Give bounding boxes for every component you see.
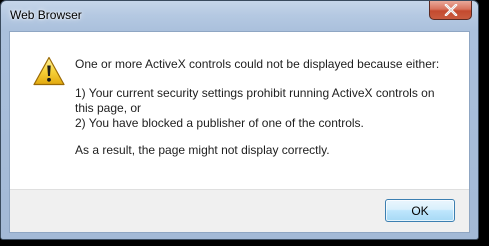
dialog-window: Web Browser One or more ActiveX controls… (0, 0, 479, 240)
message-conclusion: As a result, the page might not display … (75, 143, 330, 157)
message-heading: One or more ActiveX controls could not b… (75, 57, 440, 71)
dialog-message: One or more ActiveX controls could not b… (75, 57, 455, 158)
title-bar[interactable]: Web Browser (1, 1, 478, 30)
message-reason-2: 2) You have blocked a publisher of one o… (75, 116, 364, 130)
close-button[interactable] (429, 1, 472, 20)
message-reason-1: 1) Your current security settings prohib… (75, 86, 435, 115)
close-icon (444, 4, 457, 16)
warning-icon (33, 56, 65, 86)
ok-button[interactable]: OK (385, 199, 455, 222)
dialog-footer: OK (10, 189, 469, 232)
window-title: Web Browser (10, 8, 82, 22)
dialog-body: One or more ActiveX controls could not b… (9, 31, 470, 233)
